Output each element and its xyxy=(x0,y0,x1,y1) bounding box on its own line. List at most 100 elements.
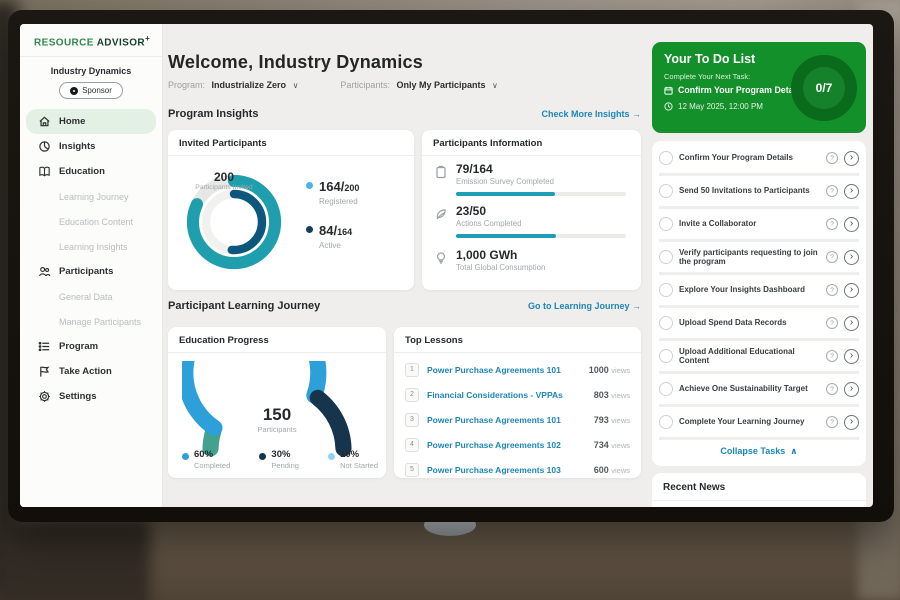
lesson-link[interactable]: Power Purchase Agreements 102 xyxy=(427,440,586,450)
lesson-row: 3 Power Purchase Agreements 101 793 view… xyxy=(394,407,641,432)
checkbox[interactable] xyxy=(659,184,673,198)
card-title: Participants Information xyxy=(422,130,641,156)
desk-background: RESOURCE ADVISOR+ Industry Dynamics Spon… xyxy=(0,0,900,600)
chevron-right-icon[interactable]: › xyxy=(844,151,859,166)
take-action-icon xyxy=(38,365,51,378)
sidebar-item-home[interactable]: Home xyxy=(26,109,156,134)
sidebar-item-education[interactable]: Education xyxy=(26,159,156,184)
todo-subtitle: Complete Your Next Task: xyxy=(664,72,750,81)
sidebar-item-manage-participants[interactable]: Manage Participants xyxy=(26,309,156,334)
collapse-tasks-link[interactable]: Collapse Tasks ∧ xyxy=(659,440,859,462)
gauge-center-label: 150 Participants xyxy=(182,405,372,434)
sponsor-badge[interactable]: Sponsor xyxy=(59,82,123,99)
todo-item[interactable]: Verify participants requesting to join t… xyxy=(659,242,859,275)
card-title: Top Lessons xyxy=(394,327,641,353)
legend-item-not-started: 10% Not Started xyxy=(328,449,378,470)
recent-news-card: Recent News xyxy=(652,473,866,507)
background-shadow-bottom-left xyxy=(0,520,150,600)
checkbox[interactable] xyxy=(659,151,673,165)
chevron-down-icon: ∨ xyxy=(492,81,498,90)
todo-item[interactable]: Upload Additional Educational Content ? … xyxy=(659,341,859,374)
program-filter[interactable]: Program: Industrialize Zero ∨ xyxy=(168,80,298,90)
page-title: Welcome, Industry Dynamics xyxy=(168,52,423,73)
lesson-link[interactable]: Power Purchase Agreements 101 xyxy=(427,415,586,425)
actions-progress-bar xyxy=(456,234,626,238)
chevron-right-icon[interactable]: › xyxy=(844,316,859,331)
sidebar-item-label: Education Content xyxy=(59,217,133,227)
todo-panel: Your To Do List Complete Your Next Task:… xyxy=(652,42,866,507)
program-filter-label: Program: xyxy=(168,80,205,90)
info-icon[interactable]: ? xyxy=(826,152,838,164)
info-icon[interactable]: ? xyxy=(826,185,838,197)
program-filter-value: Industrialize Zero xyxy=(212,80,287,90)
sidebar-item-label: Home xyxy=(59,116,85,127)
lesson-link[interactable]: Power Purchase Agreements 103 xyxy=(427,465,586,475)
legend-dot xyxy=(306,182,313,189)
chevron-down-icon: ∨ xyxy=(293,81,299,90)
sidebar-item-label: Manage Participants xyxy=(59,317,141,327)
checkbox[interactable] xyxy=(659,283,673,297)
info-icon[interactable]: ? xyxy=(826,317,838,329)
chevron-right-icon[interactable]: › xyxy=(844,250,859,265)
checkbox[interactable] xyxy=(659,349,673,363)
participants-filter[interactable]: Participants: Only My Participants ∨ xyxy=(340,80,497,90)
todo-item[interactable]: Invite a Collaborator ? › xyxy=(659,209,859,242)
info-icon[interactable]: ? xyxy=(826,383,838,395)
sidebar-item-education-content[interactable]: Education Content xyxy=(26,209,156,234)
todo-summary-card: Your To Do List Complete Your Next Task:… xyxy=(652,42,866,133)
sidebar-item-participants[interactable]: Participants xyxy=(26,259,156,284)
todo-item[interactable]: Complete Your Learning Journey ? › xyxy=(659,407,859,440)
top-lessons-card: Top Lessons 1 Power Purchase Agreements … xyxy=(394,327,641,478)
info-icon[interactable]: ? xyxy=(826,350,838,362)
sidebar-item-insights[interactable]: Insights xyxy=(26,134,156,159)
checkbox[interactable] xyxy=(659,217,673,231)
check-more-insights-link[interactable]: Check More Insights → xyxy=(541,109,641,119)
info-icon[interactable]: ? xyxy=(826,218,838,230)
sidebar-item-learning-insights[interactable]: Learning Insights xyxy=(26,234,156,259)
checkbox[interactable] xyxy=(659,415,673,429)
todo-item[interactable]: Send 50 Invitations to Participants ? › xyxy=(659,176,859,209)
chevron-right-icon[interactable]: › xyxy=(844,283,859,298)
section-title: Participant Learning Journey xyxy=(168,300,320,312)
sidebar-item-label: Take Action xyxy=(59,366,112,377)
chevron-right-icon[interactable]: › xyxy=(844,415,859,430)
chevron-right-icon[interactable]: › xyxy=(844,217,859,232)
todo-item[interactable]: Achieve One Sustainability Target ? › xyxy=(659,374,859,407)
sidebar-item-program[interactable]: Program xyxy=(26,334,156,359)
sidebar-item-label: Insights xyxy=(59,141,95,152)
checkbox[interactable] xyxy=(659,250,673,264)
go-to-learning-journey-link[interactable]: Go to Learning Journey → xyxy=(528,301,641,311)
checkbox[interactable] xyxy=(659,382,673,396)
lesson-link[interactable]: Power Purchase Agreements 101 xyxy=(427,365,581,375)
todo-item[interactable]: Upload Spend Data Records ? › xyxy=(659,308,859,341)
progress-fill xyxy=(456,192,555,196)
sidebar-item-label: Settings xyxy=(59,391,96,402)
legend-dot xyxy=(306,226,313,233)
logo-plus: + xyxy=(145,34,150,43)
chevron-right-icon[interactable]: › xyxy=(844,382,859,397)
card-title: Education Progress xyxy=(168,327,386,353)
clock-icon xyxy=(664,102,673,111)
checkbox[interactable] xyxy=(659,316,673,330)
info-icon[interactable]: ? xyxy=(826,251,838,263)
legend-item-completed: 60% Completed xyxy=(182,449,230,470)
learning-journey-header: Participant Learning Journey Go to Learn… xyxy=(168,300,641,312)
sidebar-item-label: Participants xyxy=(59,266,113,277)
gear-icon xyxy=(38,390,51,403)
sidebar-item-learning-journey[interactable]: Learning Journey xyxy=(26,184,156,209)
stat-actions-completed: 23/50 Actions Completed xyxy=(434,204,521,228)
sidebar-item-general-data[interactable]: General Data xyxy=(26,284,156,309)
logo-text-primary: RESOURCE xyxy=(34,37,94,48)
participants-filter-value: Only My Participants xyxy=(396,80,485,90)
todo-item[interactable]: Confirm Your Program Details ? › xyxy=(659,143,859,176)
lesson-link[interactable]: Financial Considerations - VPPAs xyxy=(427,390,586,400)
sidebar-item-settings[interactable]: Settings xyxy=(26,384,156,409)
todo-item[interactable]: Explore Your Insights Dashboard ? › xyxy=(659,275,859,308)
gauge-legend: 60% Completed 30% Pending 10% Not Starte… xyxy=(182,449,378,470)
sidebar-item-take-action[interactable]: Take Action xyxy=(26,359,156,384)
info-icon[interactable]: ? xyxy=(826,284,838,296)
info-icon[interactable]: ? xyxy=(826,416,838,428)
app-logo: RESOURCE ADVISOR+ xyxy=(20,24,162,57)
chevron-right-icon[interactable]: › xyxy=(844,184,859,199)
chevron-right-icon[interactable]: › xyxy=(844,349,859,364)
